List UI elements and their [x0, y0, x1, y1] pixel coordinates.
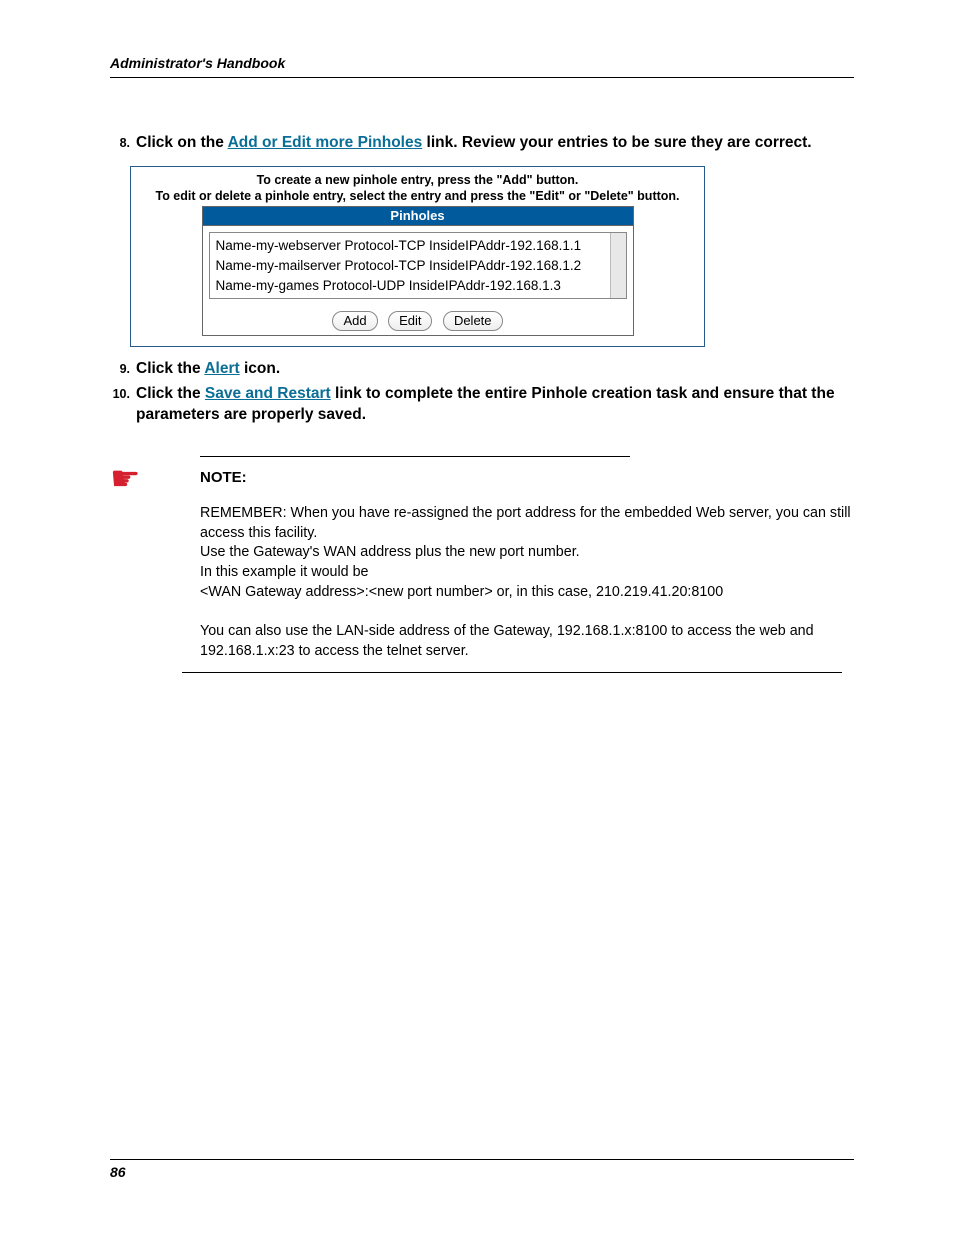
note-p4: <WAN Gateway address>:<new port number> … [200, 583, 854, 603]
pointing-hand-icon: ☛ [110, 460, 140, 498]
add-edit-pinholes-link[interactable]: Add or Edit more Pinholes [228, 134, 423, 151]
page-number: 86 [110, 1164, 126, 1180]
list-item[interactable]: Name-my-webserver Protocol-TCP InsideIPA… [216, 236, 620, 256]
header-title: Administrator's Handbook [110, 55, 285, 71]
pinhole-panel: To create a new pinhole entry, press the… [130, 166, 705, 347]
pinhole-instr-2: To edit or delete a pinhole entry, selec… [135, 188, 700, 204]
step-8-pre: Click on the [136, 134, 228, 151]
edit-button[interactable]: Edit [388, 311, 432, 331]
step-9-post: icon. [240, 360, 280, 377]
step-10-text: Click the Save and Restart link to compl… [136, 384, 854, 426]
scrollbar[interactable] [610, 233, 626, 298]
step-number-10: 10. [110, 384, 136, 426]
step-number-8: 8. [110, 133, 136, 154]
step-9-text: Click the Alert icon. [136, 359, 854, 380]
divider [182, 672, 842, 673]
step-9-pre: Click the [136, 360, 204, 377]
note-p5: You can also use the LAN-side address of… [200, 622, 854, 661]
note-p1: REMEMBER: When you have re-assigned the … [200, 504, 854, 543]
step-10-pre: Click the [136, 385, 205, 402]
note-p3: In this example it would be [200, 563, 854, 583]
pinhole-table-header: Pinholes [203, 207, 633, 226]
divider [200, 456, 630, 457]
delete-button[interactable]: Delete [443, 311, 503, 331]
step-number-9: 9. [110, 359, 136, 380]
alert-link[interactable]: Alert [204, 360, 239, 377]
save-restart-link[interactable]: Save and Restart [205, 385, 331, 402]
list-item[interactable]: Name-my-mailserver Protocol-TCP InsideIP… [216, 256, 620, 276]
note-p2: Use the Gateway's WAN address plus the n… [200, 543, 854, 563]
add-button[interactable]: Add [332, 311, 377, 331]
step-8-text: Click on the Add or Edit more Pinholes l… [136, 133, 854, 154]
pinhole-listbox[interactable]: Name-my-webserver Protocol-TCP InsideIPA… [209, 232, 627, 299]
list-item[interactable]: Name-my-games Protocol-UDP InsideIPAddr-… [216, 276, 620, 296]
step-8-post: link. Review your entries to be sure the… [422, 134, 811, 151]
pinhole-instr-1: To create a new pinhole entry, press the… [135, 172, 700, 188]
note-body: REMEMBER: When you have re-assigned the … [200, 504, 854, 662]
note-label: NOTE: [200, 469, 854, 486]
